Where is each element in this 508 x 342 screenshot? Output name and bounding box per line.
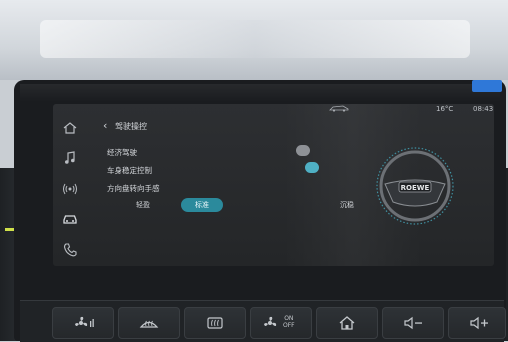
front-defrost-button[interactable]: [118, 307, 180, 339]
phone-icon: [63, 243, 77, 257]
car-top-icon: [329, 105, 349, 112]
car-icon: [63, 215, 77, 224]
fan-icon: [261, 314, 279, 332]
sidebar: [53, 118, 85, 266]
status-bar: 16°C 08:43: [53, 104, 494, 118]
sidebar-item-phone[interactable]: [62, 242, 78, 258]
bezel-gloss: [20, 84, 500, 102]
signal-icon: [63, 183, 77, 195]
window-haze: [40, 20, 470, 58]
temperature-readout: 16°C: [436, 105, 454, 113]
steering-wheel-brand: ROEWE: [401, 184, 430, 192]
fan-on-text: ON: [284, 315, 294, 322]
volume-up-icon: [467, 314, 491, 332]
page-title: 驾驶操控: [115, 122, 147, 131]
steering-feel-label: 方向盘转向手感: [107, 184, 160, 193]
fan-button[interactable]: [52, 307, 114, 339]
steering-feel-selector: 轻盈 标准 沉稳: [115, 198, 354, 212]
home-icon: [63, 122, 77, 134]
fan-onoff-label: ON OFF: [283, 315, 295, 329]
steering-wheel-graphic: ROEWE: [376, 147, 454, 225]
infotainment-screen: 16°C 08:43 ‹ 驾驶操控 经济驾驶 车身稳定控制 方向盘转向手感 轻盈…: [53, 104, 494, 266]
volume-down-icon: [401, 314, 425, 332]
rear-defrost-button[interactable]: [184, 307, 246, 339]
chevron-left-icon[interactable]: ‹: [103, 120, 113, 132]
sidebar-item-home[interactable]: [62, 120, 78, 136]
front-defrost-icon: [137, 314, 161, 332]
hard-button-strip: ON OFF: [20, 300, 506, 342]
fan-off-text: OFF: [283, 322, 295, 329]
home-button[interactable]: [316, 307, 378, 339]
sidebar-item-vehicle[interactable]: [62, 210, 78, 226]
steering-option-firm[interactable]: 沉稳: [327, 198, 367, 212]
stability-control-toggle[interactable]: [305, 162, 319, 173]
economy-drive-label: 经济驾驶: [107, 148, 137, 157]
sidebar-item-connectivity[interactable]: [62, 180, 78, 196]
music-note-icon: [65, 151, 75, 164]
fan-onoff-button[interactable]: ON OFF: [250, 307, 312, 339]
window-background: [0, 0, 508, 80]
stability-control-label: 车身稳定控制: [107, 166, 152, 175]
steering-option-standard[interactable]: 标准: [181, 198, 223, 212]
economy-drive-toggle[interactable]: [296, 145, 310, 156]
volume-up-button[interactable]: [448, 307, 506, 339]
blue-tab: [472, 80, 502, 92]
volume-down-button[interactable]: [382, 307, 444, 339]
sidebar-item-music[interactable]: [62, 150, 78, 166]
rear-defrost-icon: [203, 314, 227, 332]
steering-option-light[interactable]: 轻盈: [125, 198, 161, 212]
clock: 08:43: [473, 105, 494, 113]
home-icon: [335, 314, 359, 332]
fan-icon: [71, 314, 95, 332]
